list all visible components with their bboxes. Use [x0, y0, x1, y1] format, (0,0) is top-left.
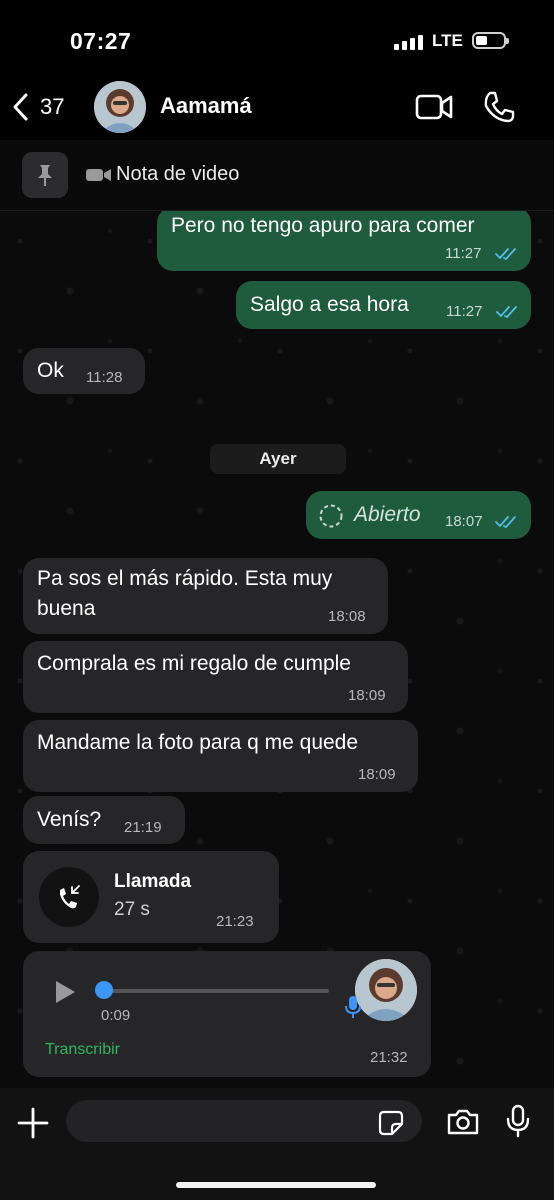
- message-time: 18:09: [348, 687, 386, 704]
- mic-icon: [345, 996, 361, 1018]
- battery-icon: [472, 32, 509, 49]
- message-time: 21:32: [370, 1049, 408, 1066]
- sticker-icon[interactable]: [378, 1110, 404, 1136]
- double-check-icon: [495, 516, 516, 529]
- message-time: 11:27: [446, 303, 483, 320]
- message-bubble-incoming[interactable]: Mandame la foto para q me quede 18:09: [23, 720, 418, 792]
- message-bubble-outgoing[interactable]: Abierto 18:07: [306, 491, 531, 539]
- message-text-line1: Pa sos el más rápido. Esta muy: [37, 567, 333, 590]
- message-time: 11:28: [86, 369, 123, 386]
- message-text: Mandame la foto para q me quede: [37, 731, 359, 754]
- pin-icon: [38, 165, 52, 186]
- message-time: 18:09: [358, 766, 396, 783]
- chat-area[interactable]: Pero no tengo apuro para comer 11:27 Sal…: [0, 211, 554, 1088]
- message-text: Abierto: [354, 503, 421, 526]
- unread-count: 37: [40, 94, 65, 119]
- call-icon-circle: [39, 867, 99, 927]
- back-chevron-icon: [13, 93, 28, 121]
- message-text: Comprala es mi regalo de cumple: [37, 652, 351, 675]
- message-bubble-outgoing[interactable]: Pero no tengo apuro para comer 11:27: [157, 211, 531, 271]
- message-bubble-incoming[interactable]: Ok 11:28: [23, 348, 145, 394]
- message-bubble-incoming[interactable]: Comprala es mi regalo de cumple 18:09: [23, 641, 408, 713]
- video-note-icon: [86, 169, 111, 181]
- contact-name[interactable]: Aamamá: [160, 93, 252, 119]
- message-input[interactable]: [66, 1100, 422, 1142]
- message-time: 18:08: [328, 608, 366, 625]
- call-bubble[interactable]: Llamada 27 s 21:23: [23, 851, 279, 943]
- message-bubble-incoming[interactable]: Pa sos el más rápido. Esta muy buena 18:…: [23, 558, 388, 634]
- message-text: Pero no tengo apuro para comer: [171, 214, 475, 237]
- incoming-call-icon: [60, 885, 80, 909]
- double-check-icon: [496, 306, 517, 319]
- message-time: 11:27: [445, 245, 482, 262]
- message-text: Salgo a esa hora: [250, 293, 409, 316]
- date-divider: Ayer: [210, 444, 346, 474]
- double-check-icon: [495, 248, 516, 261]
- message-text-line2: buena: [37, 597, 96, 620]
- message-bubble-outgoing[interactable]: Salgo a esa hora 11:27: [236, 281, 531, 329]
- transcribe-link[interactable]: Transcribir: [45, 1041, 120, 1059]
- pinned-message-bar[interactable]: Nota de video: [0, 140, 554, 211]
- chat-header: 37 Aamamá: [0, 80, 554, 140]
- home-indicator: [176, 1182, 376, 1188]
- status-time: 07:27: [70, 28, 132, 54]
- voice-note-bubble[interactable]: 0:09 Transcribir 21:32: [23, 951, 431, 1077]
- voice-duration: 0:09: [101, 1007, 131, 1024]
- message-bubble-incoming[interactable]: Venís? 21:19: [23, 796, 185, 844]
- view-once-icon: [319, 504, 343, 528]
- contact-avatar[interactable]: [94, 81, 146, 133]
- status-bar: 07:27 LTE: [0, 0, 554, 80]
- phone-icon[interactable]: [482, 90, 516, 124]
- voice-progress-knob[interactable]: [95, 981, 113, 999]
- mic-icon[interactable]: [506, 1104, 530, 1138]
- signal-icon: [394, 34, 424, 50]
- camera-icon[interactable]: [446, 1108, 480, 1136]
- voice-progress-track[interactable]: [101, 989, 329, 993]
- call-duration: 27 s: [114, 899, 150, 920]
- pinned-label: Nota de video: [116, 163, 240, 185]
- voice-sender-avatar: [355, 959, 417, 1021]
- message-time: 18:07: [445, 513, 483, 530]
- message-text: Venís?: [37, 808, 102, 831]
- message-text: Ok: [37, 359, 64, 382]
- network-label: LTE: [432, 31, 463, 50]
- pin-button[interactable]: [22, 152, 68, 198]
- message-time: 21:23: [216, 913, 254, 930]
- composer-bar: [0, 1088, 554, 1200]
- call-title: Llamada: [114, 871, 192, 892]
- play-icon[interactable]: [53, 979, 77, 1005]
- plus-icon[interactable]: [16, 1106, 50, 1140]
- message-time: 21:19: [124, 819, 162, 836]
- video-call-icon[interactable]: [414, 90, 454, 124]
- back-button[interactable]: 37: [10, 92, 64, 122]
